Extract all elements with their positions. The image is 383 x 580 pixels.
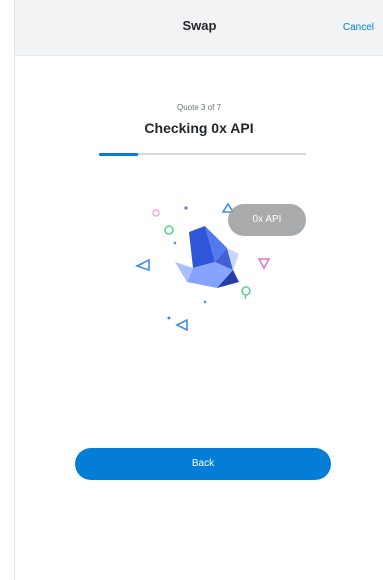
confetti-triangle-bottom (175, 318, 188, 332)
confetti-triangle-left (134, 258, 150, 272)
aggregator-badge: 0x API (228, 204, 306, 236)
confetti-dot-blue (184, 206, 188, 210)
quote-counter: Quote 3 of 7 (176, 103, 222, 112)
confetti-dot-low (203, 300, 207, 304)
confetti-dot-bottom (167, 316, 171, 320)
confetti-dot-mid (173, 241, 177, 245)
confetti-circle-green (164, 225, 174, 235)
confetti-triangle-pink (257, 258, 271, 270)
fox-mascot-icon (175, 226, 239, 288)
swap-screen: Swap Cancel Quote 3 of 7 Checking 0x API (14, 0, 383, 580)
header: Swap Cancel (15, 0, 383, 56)
progress-bar-fill (99, 152, 138, 156)
back-button[interactable]: Back (75, 448, 331, 480)
status-title: Checking 0x API (144, 120, 254, 136)
progress-bar (99, 152, 306, 156)
aggregator-animation (134, 202, 271, 332)
aggregator-label: 0x API (252, 214, 282, 225)
confetti-circle-green-right (241, 286, 251, 296)
cancel-link[interactable]: Cancel (343, 22, 374, 33)
page-title: Swap (182, 18, 217, 33)
confetti-circle-pink (152, 209, 160, 217)
